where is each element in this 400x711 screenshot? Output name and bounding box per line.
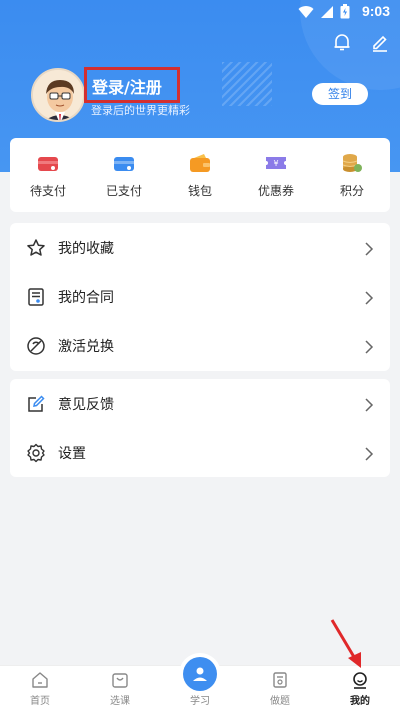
- quick-paid[interactable]: 已支付: [89, 152, 159, 199]
- red-pointer-arrow: [330, 619, 361, 668]
- chevron-right-icon: [364, 290, 374, 305]
- exercise-icon: [271, 671, 289, 689]
- quick-pending-payment[interactable]: 待支付: [13, 152, 83, 199]
- battery-icon: [340, 4, 350, 23]
- avatar[interactable]: [31, 68, 85, 122]
- menu-item-favorites[interactable]: 我的收藏: [10, 223, 390, 272]
- login-subtitle: 登录后的世界更精彩: [91, 104, 190, 117]
- profile-icon: [351, 671, 369, 689]
- gear-icon: [26, 443, 46, 463]
- bell-icon[interactable]: [332, 32, 352, 52]
- quick-actions-card: 待支付 已支付 钱包 ¥ 优惠券 积分: [10, 138, 390, 212]
- wifi-icon: [298, 4, 314, 23]
- quick-points[interactable]: 积分: [317, 152, 387, 199]
- menu-card-secondary: 意见反馈 设置: [10, 379, 390, 477]
- tab-courses[interactable]: 选课: [90, 671, 150, 707]
- svg-text:¥: ¥: [273, 159, 278, 168]
- signal-icon: [320, 4, 334, 23]
- home-icon: [31, 671, 49, 689]
- menu-item-activate-redeem[interactable]: 激活兑换: [10, 321, 390, 370]
- menu-item-feedback[interactable]: 意见反馈: [10, 379, 390, 428]
- pending-payment-icon: [36, 152, 60, 174]
- feedback-icon: [26, 394, 46, 414]
- edit-icon[interactable]: [370, 32, 390, 52]
- star-icon: [26, 238, 46, 258]
- tab-study[interactable]: 学习: [170, 657, 230, 707]
- chevron-right-icon: [364, 339, 374, 354]
- chevron-right-icon: [364, 397, 374, 412]
- paid-icon: [112, 152, 136, 174]
- menu-item-settings[interactable]: 设置: [10, 428, 390, 477]
- header-decoration: [222, 62, 272, 106]
- chevron-right-icon: [364, 446, 374, 461]
- checkin-button[interactable]: 签到: [312, 83, 368, 105]
- bottom-tab-bar: 首页 选课 学习 做题 我的: [0, 657, 400, 711]
- tab-exercises[interactable]: 做题: [250, 671, 310, 707]
- coupon-icon: ¥: [264, 152, 288, 174]
- menu-card-primary: 我的收藏 我的合同 激活兑换: [10, 223, 390, 371]
- contract-icon: [26, 287, 46, 307]
- status-bar: 9:03: [0, 0, 400, 24]
- tab-mine[interactable]: 我的: [330, 671, 390, 707]
- login-register-link[interactable]: 登录/注册: [92, 74, 162, 98]
- points-icon: [340, 152, 364, 174]
- tab-home[interactable]: 首页: [10, 671, 70, 707]
- course-bag-icon: [111, 671, 129, 689]
- status-time: 9:03: [361, 3, 390, 19]
- menu-item-contracts[interactable]: 我的合同: [10, 272, 390, 321]
- quick-wallet[interactable]: 钱包: [165, 152, 235, 199]
- study-icon: [183, 657, 217, 691]
- wallet-icon: [188, 152, 212, 174]
- activate-icon: [26, 336, 46, 356]
- chevron-right-icon: [364, 241, 374, 256]
- quick-coupon[interactable]: ¥ 优惠券: [241, 152, 311, 199]
